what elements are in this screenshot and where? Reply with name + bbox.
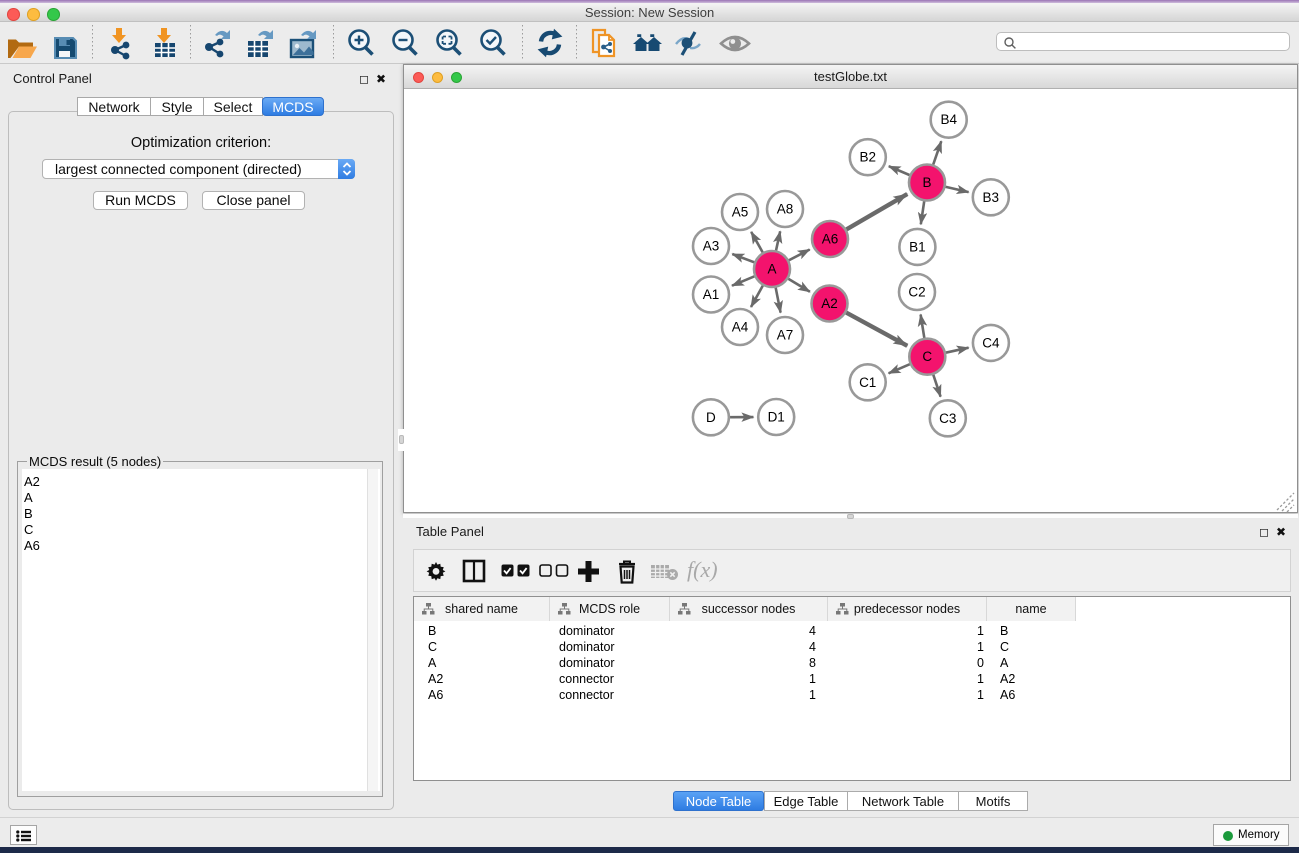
svg-text:A5: A5 [732, 205, 749, 220]
svg-text:A7: A7 [777, 328, 794, 343]
svg-text:B4: B4 [940, 112, 957, 127]
svg-text:C4: C4 [982, 335, 1000, 350]
svg-text:A: A [767, 262, 776, 277]
svg-text:A6: A6 [822, 232, 839, 247]
svg-text:A2: A2 [821, 296, 838, 311]
svg-text:A3: A3 [703, 239, 720, 254]
svg-text:B: B [922, 175, 931, 190]
svg-text:A8: A8 [777, 202, 794, 217]
svg-text:C1: C1 [859, 375, 876, 390]
svg-text:B2: B2 [860, 150, 877, 165]
svg-text:C3: C3 [939, 411, 956, 426]
svg-text:B1: B1 [909, 239, 926, 254]
svg-text:A4: A4 [732, 320, 749, 335]
svg-text:B3: B3 [983, 190, 1000, 205]
svg-text:D: D [706, 410, 716, 425]
svg-text:C2: C2 [908, 285, 925, 300]
svg-text:D1: D1 [768, 410, 785, 425]
svg-text:A1: A1 [703, 287, 720, 302]
svg-text:C: C [922, 349, 932, 364]
